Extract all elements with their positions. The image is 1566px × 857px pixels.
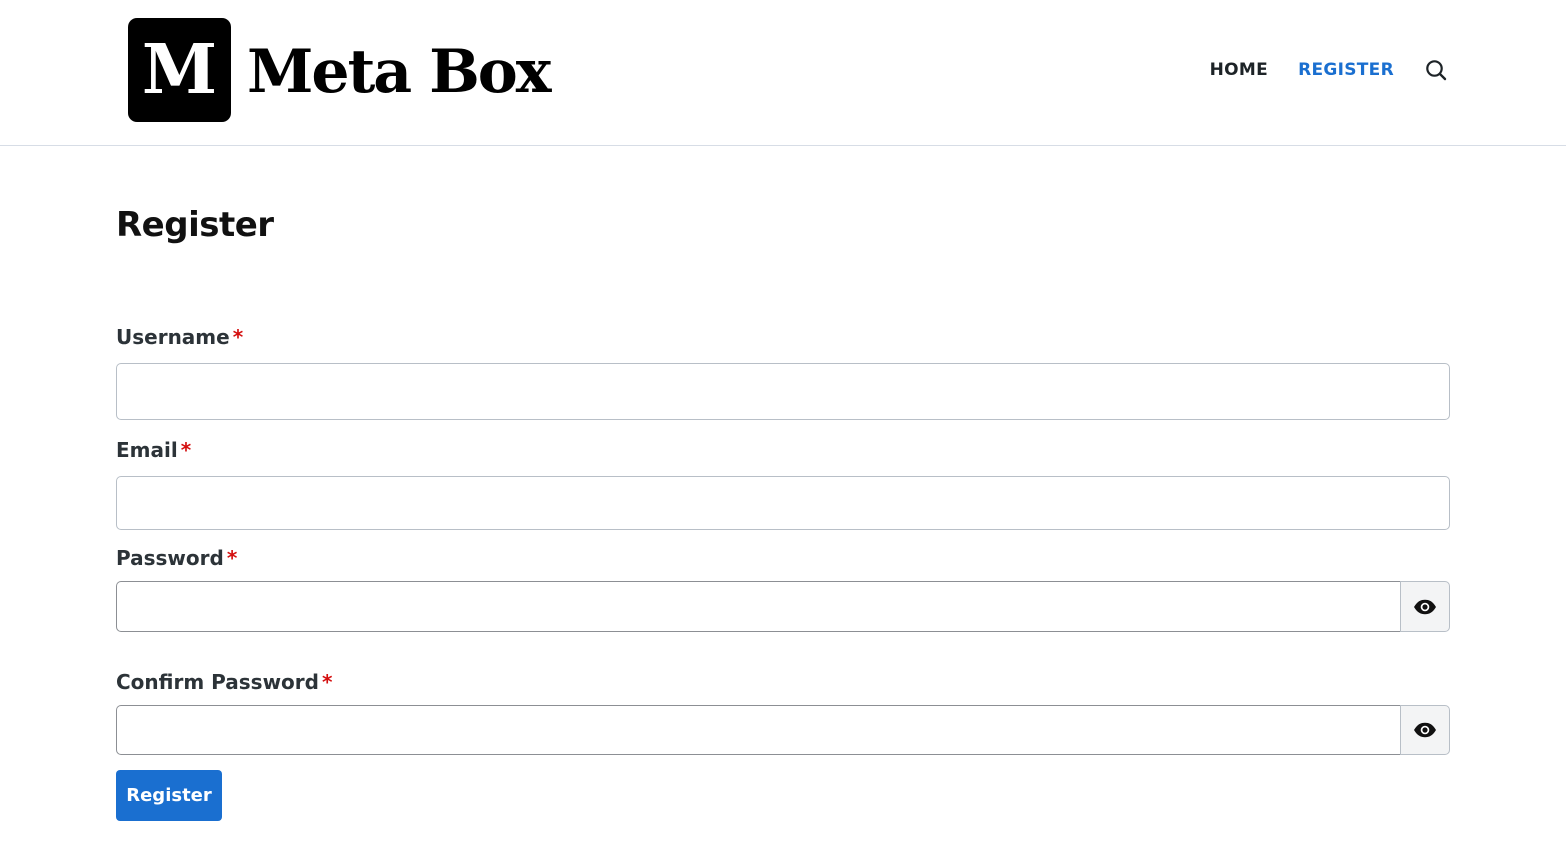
password-toggle-button[interactable]: [1400, 581, 1450, 632]
register-button[interactable]: Register: [116, 770, 222, 821]
confirm-password-toggle-button[interactable]: [1400, 705, 1450, 755]
required-mark: *: [226, 546, 238, 570]
logo-mark: M: [128, 18, 231, 122]
eye-icon: [1414, 599, 1436, 614]
main-nav: HOME REGISTER: [1210, 58, 1448, 82]
password-label: Password *: [116, 546, 238, 570]
confirm-password-input[interactable]: [116, 705, 1400, 755]
username-input[interactable]: [116, 363, 1450, 420]
page-title: Register: [116, 205, 274, 245]
email-label: Email *: [116, 438, 192, 462]
confirm-password-field: [116, 705, 1450, 755]
nav-home[interactable]: HOME: [1210, 60, 1268, 80]
email-input[interactable]: [116, 476, 1450, 530]
search-icon: [1426, 60, 1447, 81]
password-field: [116, 581, 1450, 632]
site-logo[interactable]: M Meta Box: [128, 18, 552, 122]
password-input[interactable]: [116, 581, 1400, 632]
username-label: Username *: [116, 325, 244, 349]
confirm-password-label: Confirm Password *: [116, 670, 333, 694]
register-form-area: Register Username * Email * Password * Conf…: [116, 205, 1450, 821]
search-button[interactable]: [1424, 58, 1448, 82]
logo-text: Meta Box: [247, 37, 552, 107]
required-mark: *: [321, 670, 333, 694]
required-mark: *: [232, 325, 244, 349]
nav-register[interactable]: REGISTER: [1298, 60, 1394, 80]
eye-icon: [1414, 722, 1436, 738]
site-header: M Meta Box HOME REGISTER: [0, 0, 1566, 146]
required-mark: *: [180, 438, 192, 462]
